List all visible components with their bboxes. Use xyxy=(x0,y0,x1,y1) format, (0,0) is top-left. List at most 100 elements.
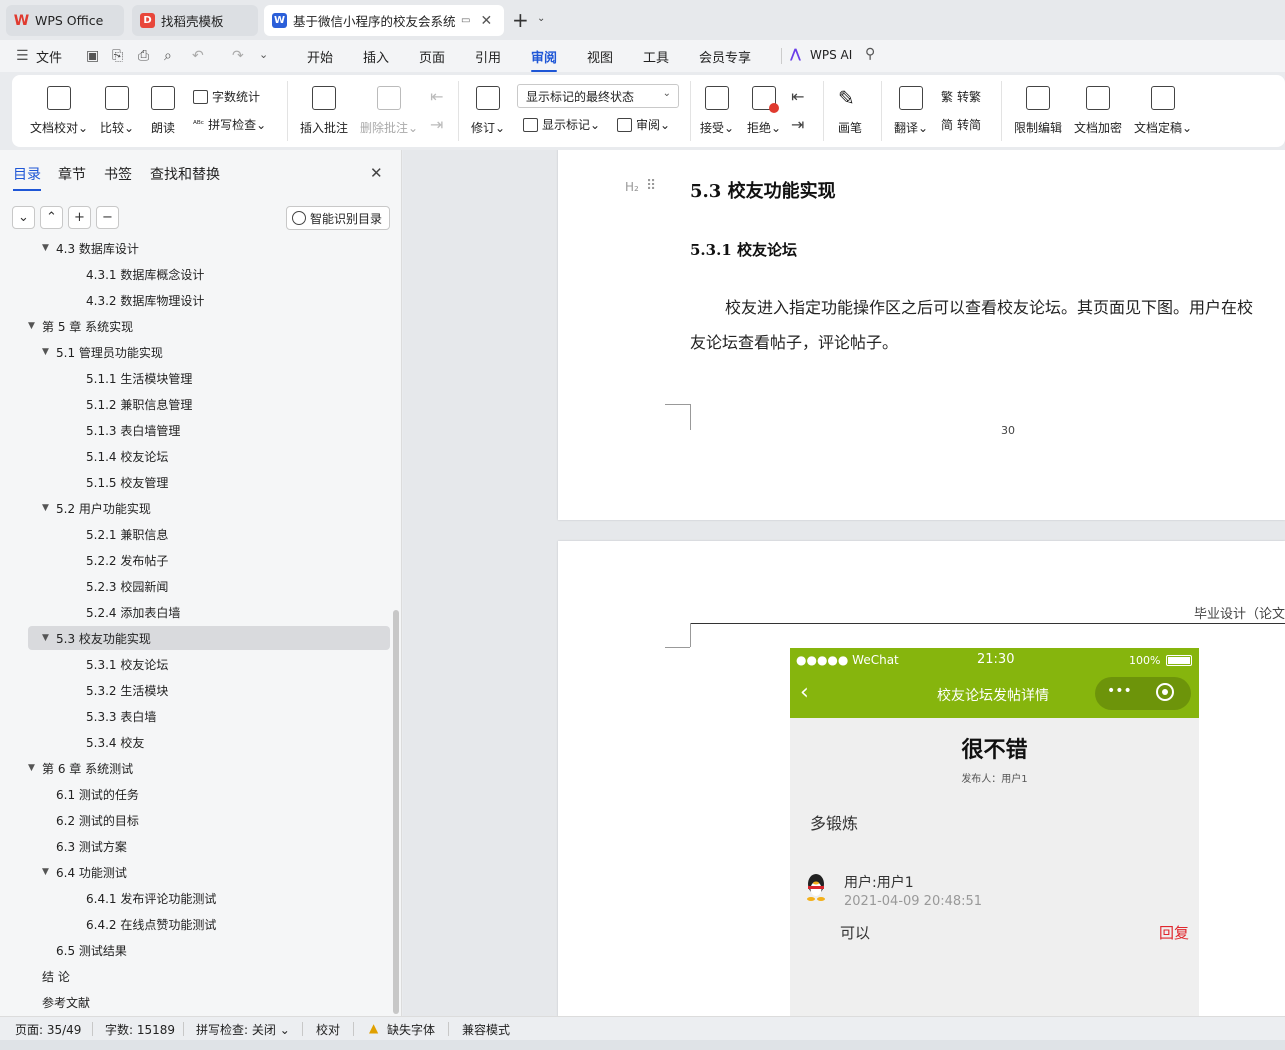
word-count-button[interactable]: 字数统计 xyxy=(193,88,260,105)
remove-heading-button[interactable]: − xyxy=(96,206,119,229)
menu-insert[interactable]: 插入 xyxy=(363,47,389,66)
delete-comment-button[interactable]: 删除批注⌄ xyxy=(360,86,418,136)
nav-tab-find-replace[interactable]: 查找和替换 xyxy=(150,164,220,184)
toc-item[interactable]: 5.2.4 添加表白墙 xyxy=(28,600,390,624)
to-traditional-button[interactable]: 繁 转繁 xyxy=(941,88,981,105)
tab-docer-templates[interactable]: D 找稻壳模板 xyxy=(132,5,258,36)
toc-item[interactable]: 6.5 测试结果 xyxy=(28,938,390,962)
close-panel-icon[interactable]: ✕ xyxy=(370,164,383,182)
hamburger-menu-icon[interactable]: ☰ xyxy=(16,48,29,64)
toc-item[interactable]: 5.3.1 校友论坛 xyxy=(28,652,390,676)
toc-item[interactable]: 6.4.1 发布评论功能测试 xyxy=(28,886,390,910)
new-tab-icon[interactable]: + xyxy=(512,8,529,32)
previous-change-icon[interactable]: ⇤ xyxy=(791,87,804,106)
screen-icon[interactable]: ▭ xyxy=(461,15,470,26)
more-chevron-icon[interactable]: ⌄ xyxy=(259,48,268,61)
next-comment-icon[interactable]: ⇥ xyxy=(430,115,443,134)
doc-check-button[interactable]: 文档校对⌄ xyxy=(30,86,88,136)
redo-icon[interactable]: ↷ xyxy=(232,48,244,64)
toc-item[interactable]: 4.3.1 数据库概念设计 xyxy=(28,262,390,286)
toc-item[interactable]: 5.1.1 生活模块管理 xyxy=(28,366,390,390)
expand-triangle-icon[interactable]: ▼ xyxy=(42,243,56,253)
review-pane-button[interactable]: 审阅 ⌄ xyxy=(617,116,670,133)
toc-item[interactable]: 6.4.2 在线点赞功能测试 xyxy=(28,912,390,936)
toc-item[interactable]: 4.3.2 数据库物理设计 xyxy=(28,288,390,312)
expand-triangle-icon[interactable]: ▼ xyxy=(28,321,42,331)
drag-handle-icon[interactable]: ⠿ xyxy=(646,178,656,194)
collapse-all-button[interactable]: ⌄ xyxy=(12,206,35,229)
read-aloud-button[interactable]: 朗读 xyxy=(151,86,175,136)
encrypt-button[interactable]: 文档加密 xyxy=(1074,86,1122,136)
accept-button[interactable]: 接受⌄ xyxy=(700,86,734,136)
expand-triangle-icon[interactable]: ▼ xyxy=(42,503,56,513)
menu-references[interactable]: 引用 xyxy=(475,47,501,66)
status-spell-check[interactable]: 拼写检查: 关闭 ⌄ xyxy=(196,1021,290,1038)
nav-tab-chapters[interactable]: 章节 xyxy=(58,164,86,184)
toc-item[interactable]: 5.3.4 校友 xyxy=(28,730,390,754)
toc-item[interactable]: 5.3.2 生活模块 xyxy=(28,678,390,702)
nav-tab-bookmarks[interactable]: 书签 xyxy=(104,164,132,184)
toc-item[interactable]: ▼ 5.2 用户功能实现 xyxy=(28,496,390,520)
menu-membership[interactable]: 会员专享 xyxy=(699,47,751,66)
spell-check-button[interactable]: ᴬᴮᶜ 拼写检查 ⌄ xyxy=(193,116,266,133)
toc-item[interactable]: 5.3.3 表白墙 xyxy=(28,704,390,728)
to-simplified-button[interactable]: 简 转简 xyxy=(941,116,981,133)
toc-item[interactable]: 5.2.2 发布帖子 xyxy=(28,548,390,572)
toc-item[interactable]: 6.3 测试方案 xyxy=(28,834,390,858)
compare-button[interactable]: 比较⌄ xyxy=(100,86,134,136)
menu-view[interactable]: 视图 xyxy=(587,47,613,66)
toc-item[interactable]: ▼ 5.1 管理员功能实现 xyxy=(28,340,390,364)
close-tab-icon[interactable]: ✕ xyxy=(480,13,492,29)
markup-mode-dropdown[interactable]: 显示标记的最终状态 ⌄ xyxy=(517,84,679,108)
previous-comment-icon[interactable]: ⇤ xyxy=(430,87,443,106)
expand-triangle-icon[interactable]: ▼ xyxy=(42,633,56,643)
print-preview-icon[interactable]: ⌕ xyxy=(164,48,172,64)
toc-item[interactable]: 5.1.4 校友论坛 xyxy=(28,444,390,468)
menu-file[interactable]: 文件 xyxy=(36,47,62,66)
toc-item[interactable]: ▼ 6.4 功能测试 xyxy=(28,860,390,884)
expand-up-button[interactable]: ⌃ xyxy=(40,206,63,229)
menu-page[interactable]: 页面 xyxy=(419,47,445,66)
toc-item[interactable]: 5.1.3 表白墙管理 xyxy=(28,418,390,442)
show-markup-button[interactable]: 显示标记 ⌄ xyxy=(523,116,600,133)
toc-item[interactable]: 5.2.1 兼职信息 xyxy=(28,522,390,546)
toc-item[interactable]: ▼ 4.3 数据库设计 xyxy=(28,242,390,260)
toc-item[interactable]: ▼ 5.3 校友功能实现 xyxy=(28,626,390,650)
smart-toc-button[interactable]: 智能识别目录 xyxy=(286,206,390,230)
export-icon[interactable]: ⎘ xyxy=(112,48,123,64)
print-icon[interactable]: ⎙ xyxy=(138,48,149,64)
toc-item[interactable]: 6.2 测试的目标 xyxy=(28,808,390,832)
menu-tools[interactable]: 工具 xyxy=(643,47,669,66)
toc-item[interactable]: 5.1.2 兼职信息管理 xyxy=(28,392,390,416)
chevron-down-icon[interactable]: ⌄ xyxy=(537,13,545,24)
save-icon[interactable]: ▣ xyxy=(86,48,99,64)
toc-item[interactable]: 结 论 xyxy=(28,964,390,988)
nav-tab-toc[interactable]: 目录 xyxy=(13,164,41,191)
tab-current-document[interactable]: W 基于微信小程序的校友会系统设 ▭ ✕ xyxy=(264,5,504,36)
track-changes-button[interactable]: 修订⌄ xyxy=(471,86,505,136)
menu-wps-ai[interactable]: WPS AI xyxy=(810,48,852,62)
add-heading-button[interactable]: + xyxy=(68,206,91,229)
insert-comment-button[interactable]: 插入批注 xyxy=(300,86,348,136)
undo-icon[interactable]: ↶ xyxy=(192,48,204,64)
pen-button[interactable]: ✎ 画笔 xyxy=(838,86,862,136)
status-page-count[interactable]: 页面: 35/49 xyxy=(15,1021,81,1038)
toc-item[interactable]: 5.2.3 校园新闻 xyxy=(28,574,390,598)
menu-review[interactable]: 审阅 xyxy=(531,47,558,72)
menu-home[interactable]: 开始 xyxy=(307,47,333,66)
search-icon[interactable]: ⚲ xyxy=(865,46,875,62)
status-word-count[interactable]: 字数: 15189 xyxy=(105,1021,175,1038)
reject-button[interactable]: 拒绝⌄ xyxy=(747,86,781,136)
expand-triangle-icon[interactable]: ▼ xyxy=(42,867,56,877)
toc-item[interactable]: 参考文献 xyxy=(28,990,390,1012)
translate-button[interactable]: 翻译⌄ xyxy=(894,86,928,136)
tab-wps-office[interactable]: W WPS Office xyxy=(6,5,124,36)
toc-item[interactable]: ▼ 第 6 章 系统测试 xyxy=(28,756,390,780)
finalize-button[interactable]: 文档定稿⌄ xyxy=(1134,86,1192,136)
expand-triangle-icon[interactable]: ▼ xyxy=(28,763,42,773)
status-missing-font[interactable]: 缺失字体 xyxy=(387,1021,435,1038)
status-proofread[interactable]: 校对 xyxy=(316,1021,340,1038)
restrict-edit-button[interactable]: 限制编辑 xyxy=(1014,86,1062,136)
toc-item[interactable]: 6.1 测试的任务 xyxy=(28,782,390,806)
expand-triangle-icon[interactable]: ▼ xyxy=(42,347,56,357)
